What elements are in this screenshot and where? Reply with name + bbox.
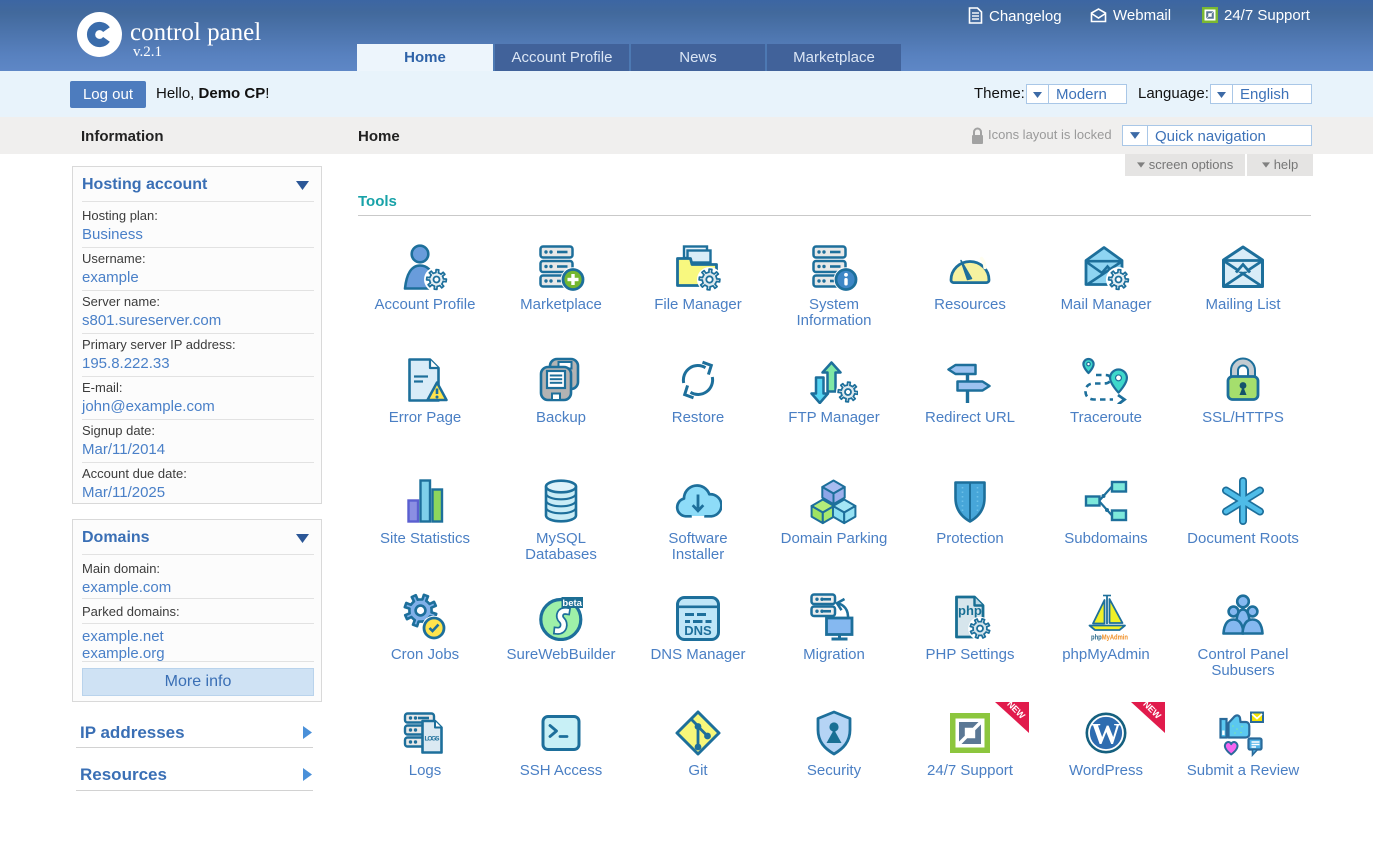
svg-text:LOGS: LOGS [425,736,441,743]
svg-text:phpMyAdmin: phpMyAdmin [1091,633,1128,642]
svg-text:php: php [958,603,982,618]
svg-text:DNS: DNS [684,623,712,638]
svg-text:beta: beta [562,598,582,609]
svg-text:W: W [1091,718,1121,751]
